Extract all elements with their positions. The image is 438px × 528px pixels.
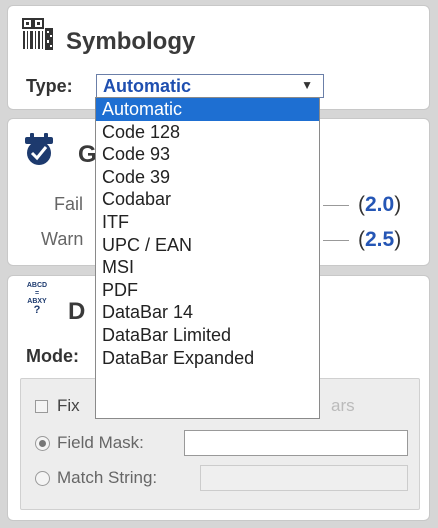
type-option[interactable]: Code 128 (96, 121, 319, 144)
mode-label: Mode: (26, 346, 79, 366)
match-string-radio[interactable] (35, 471, 50, 486)
type-dropdown-list: Automatic Code 128 Code 93 Code 39 Codabar IT… (95, 97, 320, 419)
symbology-title: Symbology (66, 28, 196, 55)
chevron-down-icon: ▼ (301, 78, 313, 92)
type-option[interactable]: DataBar Limited (96, 324, 319, 347)
fixed-length-label: Fix (57, 396, 80, 415)
type-label: Type: (26, 76, 73, 96)
type-option[interactable]: ITF (96, 211, 319, 234)
type-select[interactable]: Automatic ▼ (96, 74, 324, 98)
decode-title: D (68, 298, 86, 325)
match-string-input (200, 465, 408, 491)
grade-title: G (78, 141, 97, 168)
type-option[interactable]: PDF (96, 279, 319, 302)
type-select-value: Automatic (103, 76, 192, 96)
type-option[interactable]: DataBar 14 (96, 301, 319, 324)
fail-value: (2.0) (358, 193, 402, 216)
type-option[interactable]: DataBar Expanded (96, 347, 319, 370)
field-mask-label: Field Mask: (57, 433, 144, 452)
warn-label: Warn (41, 229, 84, 249)
type-option[interactable]: Code 39 (96, 166, 319, 189)
warn-slider[interactable] (323, 240, 349, 241)
fail-slider[interactable] (323, 205, 349, 206)
decode-icon: ABCD = ABXY? (26, 282, 48, 316)
warn-value: (2.5) (358, 228, 402, 251)
barcode-icon (22, 18, 53, 50)
type-option[interactable]: Code 93 (96, 143, 319, 166)
fail-label: Fail (54, 194, 84, 214)
fixed-length-checkbox[interactable] (35, 400, 48, 413)
field-mask-input[interactable] (184, 430, 408, 456)
symbology-panel: Symbology Type: Automatic ▼ (7, 5, 430, 110)
type-option[interactable]: Codabar (96, 188, 319, 211)
fixed-length-suffix: ars (331, 396, 355, 415)
type-option[interactable]: UPC / EAN (96, 234, 319, 257)
field-mask-radio[interactable] (35, 436, 50, 451)
type-option[interactable]: MSI (96, 256, 319, 279)
grade-check-icon (25, 133, 53, 165)
type-option[interactable]: Automatic (96, 98, 319, 121)
match-string-label: Match String: (57, 468, 158, 487)
